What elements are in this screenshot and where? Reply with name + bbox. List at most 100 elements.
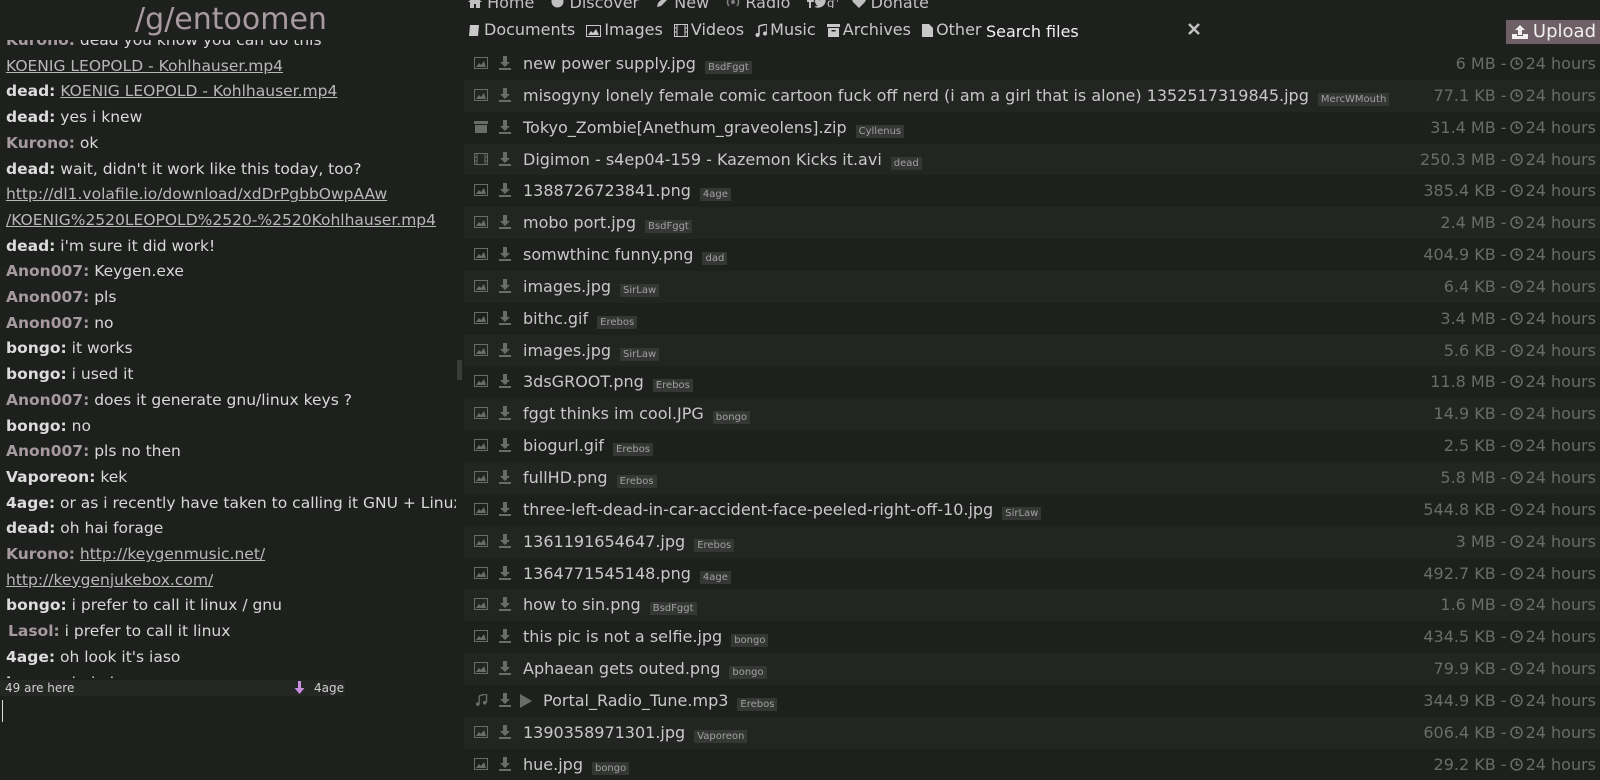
download-icon[interactable] bbox=[499, 756, 511, 771]
uploader-tag[interactable]: Erebos bbox=[652, 379, 693, 393]
close-icon[interactable] bbox=[1187, 22, 1201, 36]
download-icon[interactable] bbox=[499, 406, 511, 421]
file-name[interactable]: 1390358971301.jpg bbox=[523, 723, 685, 742]
nav-radio[interactable]: Radio bbox=[726, 0, 796, 12]
filter-other[interactable]: Other bbox=[922, 20, 982, 39]
chat-nick[interactable]: dead: bbox=[6, 237, 55, 255]
chat-nick[interactable]: bongo: bbox=[6, 339, 67, 357]
user-count[interactable]: 49 are here bbox=[5, 680, 74, 696]
uploader-tag[interactable]: Vaporeon bbox=[694, 729, 748, 743]
download-icon[interactable] bbox=[499, 501, 511, 516]
chat-nick[interactable]: dead: bbox=[6, 82, 55, 100]
file-name[interactable]: Aphaean gets outed.png bbox=[523, 659, 720, 678]
download-icon[interactable] bbox=[499, 438, 511, 453]
chat-link[interactable]: http://dl1.volafile.io/download/xdDrPgbb… bbox=[6, 185, 387, 203]
nav-donate[interactable]: Donate bbox=[851, 0, 935, 12]
uploader-tag[interactable]: BsdFggt bbox=[649, 602, 697, 616]
chat-nick[interactable]: 4age: bbox=[6, 648, 55, 666]
file-row[interactable]: Portal_Radio_Tune.mp3 Erebos 344.9 KB -24 … bbox=[464, 685, 1600, 717]
uploader-tag[interactable]: Cyllenus bbox=[855, 124, 905, 138]
chat-nick[interactable]: Anon007: bbox=[6, 288, 89, 306]
file-row[interactable]: Digimon - s4ep04-159 - Kazemon Kicks it.… bbox=[464, 143, 1600, 176]
uploader-tag[interactable]: BsdFggt bbox=[645, 220, 692, 234]
file-row[interactable]: biogurl.gif Erebos 2.5 KB -24 hours bbox=[464, 430, 1600, 462]
download-icon[interactable] bbox=[499, 119, 511, 134]
file-name[interactable]: 1361191654647.jpg bbox=[523, 532, 685, 551]
uploader-tag[interactable]: bongo bbox=[731, 634, 769, 648]
file-name[interactable]: new power supply.jpg bbox=[523, 54, 696, 73]
chat-link[interactable]: http://keygenmusic.net/ bbox=[80, 545, 265, 563]
file-name[interactable]: 1388726723841.png bbox=[523, 181, 691, 200]
uploader-tag[interactable]: Erebos bbox=[694, 538, 735, 552]
download-icon[interactable] bbox=[499, 151, 511, 166]
file-name[interactable]: this pic is not a selfie.jpg bbox=[523, 627, 722, 646]
file-row[interactable]: three-left-dead-in-car-accident-face-pee… bbox=[464, 494, 1600, 526]
file-row[interactable]: this pic is not a selfie.jpg bongo 434.5 K… bbox=[464, 621, 1600, 653]
file-row[interactable]: Aphaean gets outed.png bongo 79.9 KB -24 h… bbox=[464, 653, 1600, 685]
chat-link[interactable]: /KOENIG%2520LEOPOLD%2520-%2520Kohlhauser… bbox=[6, 211, 436, 229]
file-row[interactable]: 3dsGROOT.png Erebos 11.8 MB -24 hours bbox=[464, 366, 1600, 398]
active-user[interactable]: 4age bbox=[314, 680, 344, 696]
download-icon[interactable] bbox=[499, 56, 511, 70]
file-name[interactable]: fullHD.png bbox=[523, 468, 608, 487]
social-links[interactable]: g+ bbox=[807, 0, 841, 12]
uploader-tag[interactable]: bongo bbox=[591, 761, 630, 775]
uploader-tag[interactable]: dad bbox=[702, 252, 728, 266]
file-name[interactable]: somwthinc funny.png bbox=[523, 245, 693, 264]
file-row[interactable]: Tokyo_Zombie[Anethum_graveolens].zip Cyll… bbox=[464, 112, 1600, 144]
file-row[interactable]: how to sin.png BsdFggt 1.6 MB -24 hours bbox=[464, 589, 1600, 622]
uploader-tag[interactable]: bongo bbox=[712, 411, 751, 425]
download-icon[interactable] bbox=[499, 215, 511, 230]
uploader-tag[interactable]: Erebos bbox=[597, 315, 638, 329]
chat-nick[interactable]: dead: bbox=[6, 519, 55, 537]
download-icon[interactable] bbox=[499, 597, 511, 612]
uploader-tag[interactable]: BsdFggt bbox=[704, 61, 752, 74]
file-row[interactable]: fullHD.png Erebos 5.8 MB -24 hours bbox=[464, 461, 1600, 494]
chat-nick[interactable]: Kurono: bbox=[6, 545, 75, 563]
download-icon[interactable] bbox=[499, 342, 511, 357]
uploader-tag[interactable]: MercWMouth bbox=[1317, 92, 1390, 106]
uploader-tag[interactable]: Erebos bbox=[616, 474, 657, 488]
file-row[interactable]: fggt thinks im cool.JPG bongo 14.9 KB -24 … bbox=[464, 398, 1600, 431]
file-name[interactable]: fggt thinks im cool.JPG bbox=[523, 404, 704, 423]
download-icon[interactable] bbox=[499, 87, 511, 102]
chat-nick[interactable]: Anon007: bbox=[6, 391, 89, 409]
chat-nick[interactable]: Vaporeon: bbox=[6, 468, 95, 486]
chat-nick[interactable]: 4age: bbox=[6, 494, 55, 512]
chat-nick[interactable]: dead: bbox=[6, 160, 55, 178]
file-name[interactable]: Digimon - s4ep04-159 - Kazemon Kicks it.… bbox=[523, 150, 882, 169]
uploader-tag[interactable]: Erebos bbox=[613, 443, 654, 457]
chat-nick[interactable]: Kurono: bbox=[6, 134, 75, 152]
download-icon[interactable] bbox=[499, 183, 511, 198]
chat-link[interactable]: KOENIG LEOPOLD - Kohlhauser.mp4 bbox=[6, 57, 283, 75]
search-input[interactable] bbox=[984, 21, 1188, 42]
file-name[interactable]: three-left-dead-in-car-accident-face-pee… bbox=[523, 500, 993, 519]
chat-nick[interactable]: Anon007: bbox=[6, 442, 89, 460]
uploader-tag[interactable]: bongo bbox=[729, 666, 767, 680]
chat-nick[interactable]: bongo: bbox=[6, 417, 67, 435]
file-name[interactable]: how to sin.png bbox=[523, 595, 641, 614]
file-name[interactable]: hue.jpg bbox=[523, 755, 583, 774]
file-name[interactable]: images.jpg bbox=[523, 277, 611, 296]
chat-nick[interactable]: Lasol: bbox=[8, 622, 60, 640]
file-row[interactable]: hue.jpg bongo 29.2 KB -24 hours bbox=[464, 749, 1600, 780]
download-icon[interactable] bbox=[499, 661, 511, 676]
chat-messages[interactable]: Kurono: dead you know you can do this KO… bbox=[6, 38, 456, 678]
uploader-tag[interactable]: SirLaw bbox=[620, 283, 660, 297]
download-icon[interactable] bbox=[499, 374, 511, 389]
chat-input[interactable] bbox=[2, 700, 451, 722]
download-icon[interactable] bbox=[499, 692, 511, 707]
file-row[interactable]: somwthinc funny.png dad 404.9 KB -24 hours bbox=[464, 239, 1600, 271]
chat-nick[interactable]: dead: bbox=[6, 108, 55, 126]
file-row[interactable]: misogyny lonely female comic cartoon fuc… bbox=[464, 79, 1600, 112]
file-row[interactable]: 1388726723841.png 4age 385.4 KB -24 hours bbox=[464, 175, 1600, 207]
file-name[interactable]: misogyny lonely female comic cartoon fuc… bbox=[523, 86, 1309, 105]
filter-archives[interactable]: Archives bbox=[826, 20, 911, 39]
download-icon[interactable] bbox=[499, 565, 511, 580]
upload-button[interactable]: Upload bbox=[1506, 20, 1600, 44]
download-icon[interactable] bbox=[499, 724, 511, 739]
file-name[interactable]: images.jpg bbox=[523, 341, 611, 360]
file-row[interactable]: new power supply.jpg BsdFggt 6 MB -24 hour… bbox=[464, 48, 1600, 80]
uploader-tag[interactable]: 4age bbox=[699, 570, 731, 584]
chat-nick[interactable]: bongo: bbox=[6, 365, 67, 383]
